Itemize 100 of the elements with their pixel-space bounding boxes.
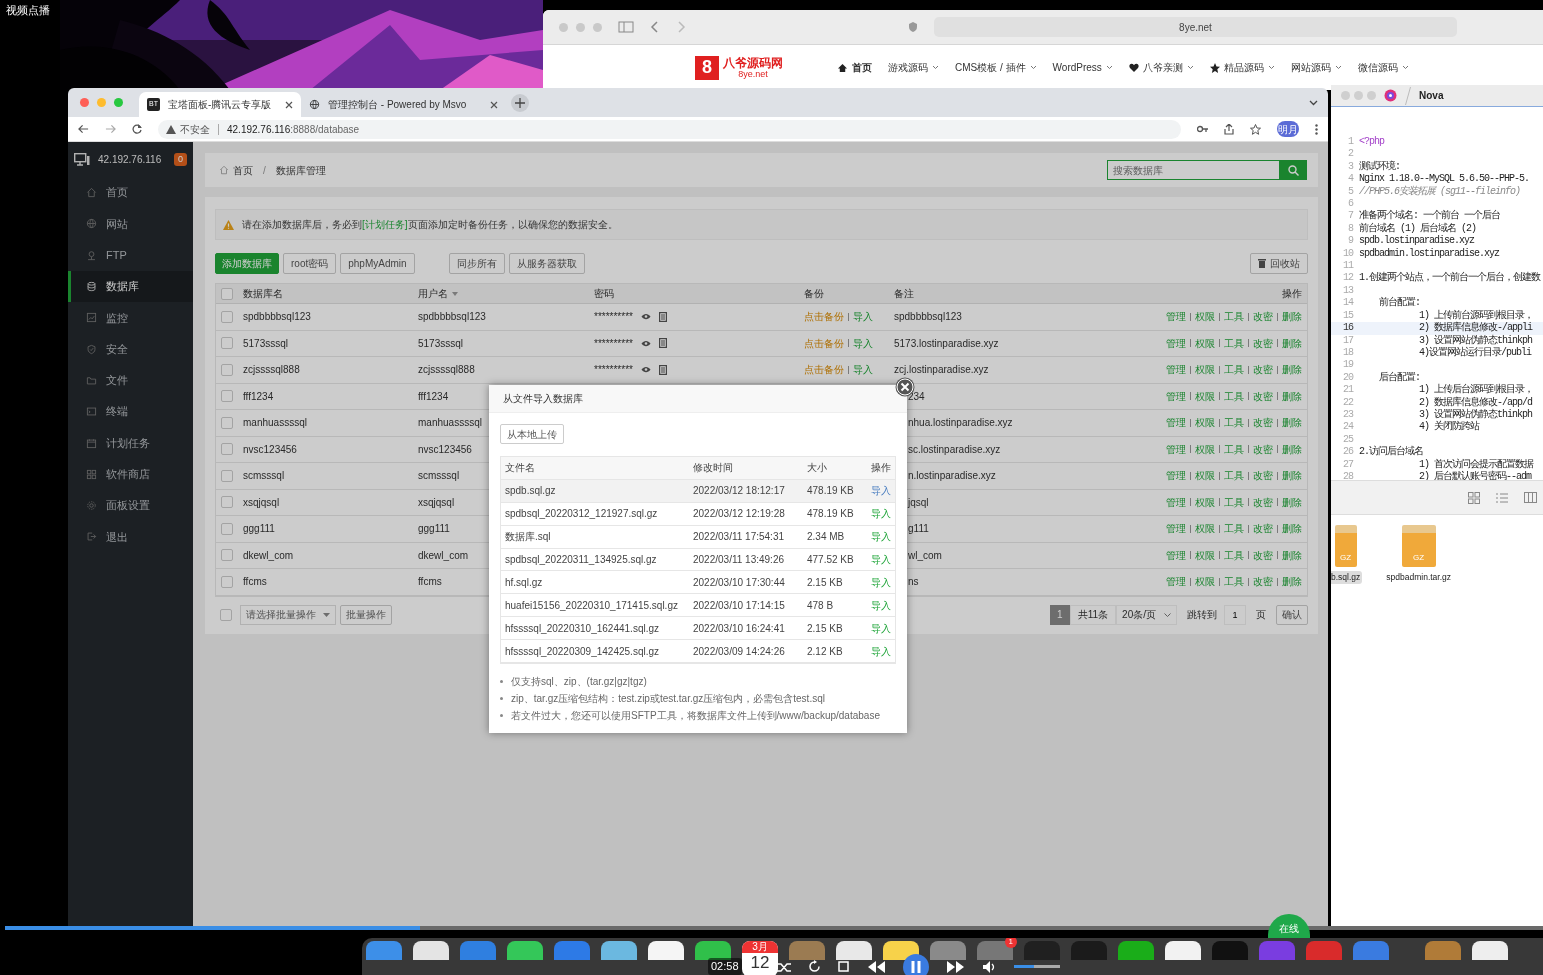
action-link[interactable]: 工具	[1224, 441, 1244, 457]
action-link[interactable]: 管理	[1166, 309, 1186, 325]
checkbox[interactable]	[221, 337, 233, 350]
action-link[interactable]: 管理	[1166, 547, 1186, 563]
star-icon[interactable]	[1250, 123, 1261, 135]
action-link[interactable]: 工具	[1224, 468, 1244, 484]
action-link[interactable]: 管理	[1166, 362, 1186, 378]
recycle-bin-button[interactable]: 回收站	[1250, 252, 1308, 274]
eye-icon[interactable]	[640, 339, 651, 347]
action-link[interactable]: 删除	[1282, 362, 1302, 378]
import-link[interactable]: 导入	[871, 622, 891, 634]
batch-button[interactable]: 批量操作	[340, 604, 392, 625]
action-link[interactable]: 改密	[1253, 521, 1273, 537]
action-link[interactable]: 权限	[1195, 335, 1215, 351]
app-icon[interactable]	[883, 941, 919, 960]
column-header[interactable]: 用户名	[418, 286, 448, 301]
action-link[interactable]: 权限	[1195, 574, 1215, 590]
action-link[interactable]: 工具	[1224, 574, 1244, 590]
alert-link[interactable]: [计划任务]	[362, 219, 408, 230]
eye-icon[interactable]	[640, 313, 651, 321]
backup-link[interactable]: 点击备份	[804, 309, 844, 325]
import-link[interactable]: 导入	[871, 531, 891, 543]
app-icon[interactable]	[1165, 941, 1201, 960]
toolbar-button[interactable]: 添加数据库	[215, 252, 279, 274]
copy-icon[interactable]	[658, 338, 667, 349]
notification-badge[interactable]: 0	[174, 152, 187, 167]
action-link[interactable]: 删除	[1282, 574, 1302, 590]
action-link[interactable]: 管理	[1166, 468, 1186, 484]
import-link[interactable]: 导入	[871, 576, 891, 588]
app-icon[interactable]	[836, 941, 872, 960]
avatar[interactable]: 明月	[1277, 121, 1299, 137]
sidebar-item[interactable]: 首页	[68, 177, 193, 209]
action-link[interactable]: 权限	[1195, 468, 1215, 484]
action-link[interactable]: 权限	[1195, 388, 1215, 404]
checkbox[interactable]	[221, 522, 233, 535]
sidebar-item[interactable]: 计划任务	[68, 427, 193, 459]
sidebar-item[interactable]: 文件	[68, 364, 193, 397]
action-link[interactable]: 权限	[1195, 309, 1215, 325]
column-view-icon[interactable]	[1524, 492, 1537, 503]
app-icon[interactable]	[601, 941, 637, 960]
sidebar-icon[interactable]	[618, 21, 634, 33]
action-link[interactable]: 管理	[1166, 415, 1186, 431]
action-link[interactable]: 权限	[1195, 494, 1215, 510]
sidebar-item[interactable]: 终端	[68, 396, 193, 428]
action-link[interactable]: 删除	[1282, 468, 1302, 484]
address-bar[interactable]: 不安全 42.192.76.116:8888/database	[158, 119, 1181, 139]
action-link[interactable]: 改密	[1253, 494, 1273, 510]
backup-link[interactable]: 点击备份	[804, 362, 844, 378]
action-link[interactable]: 管理	[1166, 441, 1186, 457]
copy-icon[interactable]	[658, 311, 667, 322]
app-icon[interactable]	[507, 941, 543, 960]
action-link[interactable]: 删除	[1282, 521, 1302, 537]
action-link[interactable]: 管理	[1166, 494, 1186, 510]
checkbox[interactable]	[221, 575, 233, 588]
action-link[interactable]: 工具	[1224, 335, 1244, 351]
checkbox[interactable]	[220, 608, 232, 621]
toolbar-button[interactable]: phpMyAdmin	[340, 252, 415, 274]
checkbox[interactable]	[221, 443, 233, 456]
batch-select[interactable]: 请选择批量操作	[240, 604, 336, 625]
action-link[interactable]: 删除	[1282, 388, 1302, 404]
action-link[interactable]: 改密	[1253, 468, 1273, 484]
backup-link[interactable]: 点击备份	[804, 335, 844, 351]
action-link[interactable]: 管理	[1166, 574, 1186, 590]
key-icon[interactable]	[1197, 125, 1208, 133]
action-link[interactable]: 工具	[1224, 362, 1244, 378]
page-size-select[interactable]: 20条/页	[1116, 604, 1177, 625]
reload-icon[interactable]	[132, 124, 142, 134]
nav-link[interactable]: WordPress	[1052, 60, 1102, 75]
new-tab-icon[interactable]	[511, 93, 529, 112]
stop-icon[interactable]	[837, 961, 849, 972]
checkbox[interactable]	[221, 469, 233, 482]
chevron-icon[interactable]	[1309, 99, 1318, 106]
forward-icon[interactable]	[105, 124, 116, 134]
sort-icon[interactable]	[452, 291, 458, 296]
import-link[interactable]: 导入	[871, 599, 891, 611]
action-link[interactable]: 权限	[1195, 441, 1215, 457]
import-link[interactable]: 导入	[853, 362, 873, 378]
toolbar-button[interactable]: root密码	[283, 252, 337, 274]
nav-link[interactable]: 微信源码	[1357, 60, 1398, 75]
nav-link[interactable]: 首页	[852, 60, 872, 75]
forward-icon[interactable]	[676, 21, 686, 33]
action-link[interactable]: 工具	[1224, 521, 1244, 537]
search-field[interactable]: 搜索数据库	[1107, 160, 1280, 180]
copy-icon[interactable]	[658, 364, 667, 375]
action-link[interactable]: 管理	[1166, 521, 1186, 537]
address-field[interactable]: 8ye.net	[934, 17, 1457, 37]
app-icon[interactable]	[1472, 941, 1508, 960]
nav-link[interactable]: 网站源码	[1290, 60, 1331, 75]
sidebar-item[interactable]: 面板设置	[68, 489, 193, 522]
file-icon[interactable]: GZ	[1401, 525, 1436, 567]
import-link[interactable]: 导入	[871, 508, 891, 520]
file-icon[interactable]: GZ	[1334, 525, 1357, 567]
sidebar-item[interactable]: 安全	[68, 333, 193, 365]
grid-view-icon[interactable]	[1468, 491, 1480, 504]
breadcrumb-link[interactable]: 首页	[233, 162, 253, 178]
file-name[interactable]: b.sql.gz	[1331, 571, 1363, 584]
sidebar-item[interactable]: 数据库	[68, 270, 193, 303]
app-icon[interactable]	[695, 941, 731, 960]
checkbox[interactable]	[221, 549, 233, 562]
import-link[interactable]: 导入	[853, 309, 873, 325]
